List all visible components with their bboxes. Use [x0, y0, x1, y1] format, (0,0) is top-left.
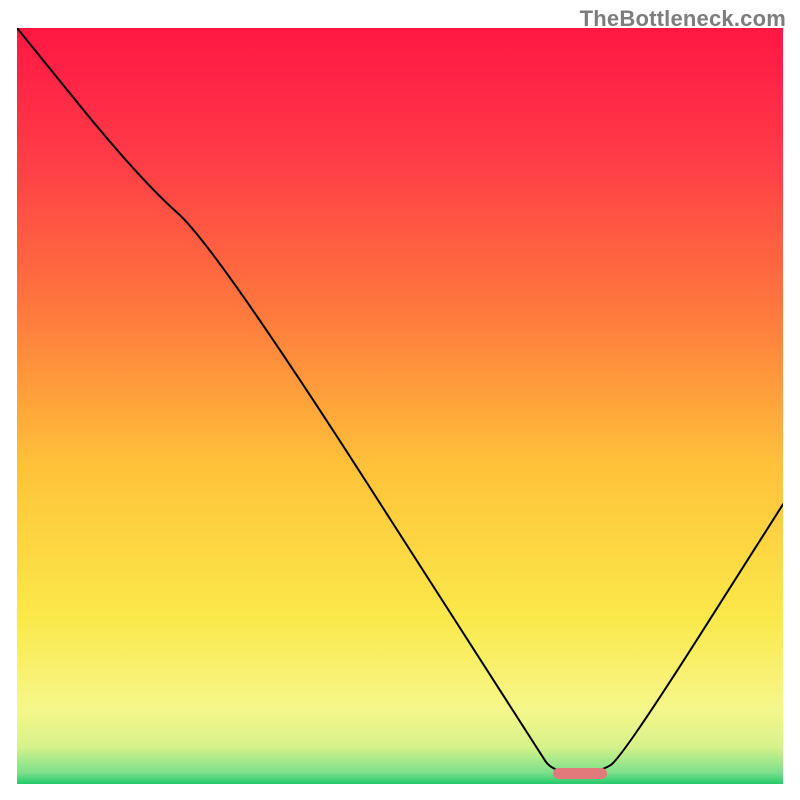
optimal-marker: [553, 768, 607, 779]
chart-canvas: TheBottleneck.com: [0, 0, 800, 800]
bottleneck-curve: [17, 28, 783, 784]
watermark-label: TheBottleneck.com: [580, 6, 786, 32]
plot-area: [17, 28, 783, 784]
